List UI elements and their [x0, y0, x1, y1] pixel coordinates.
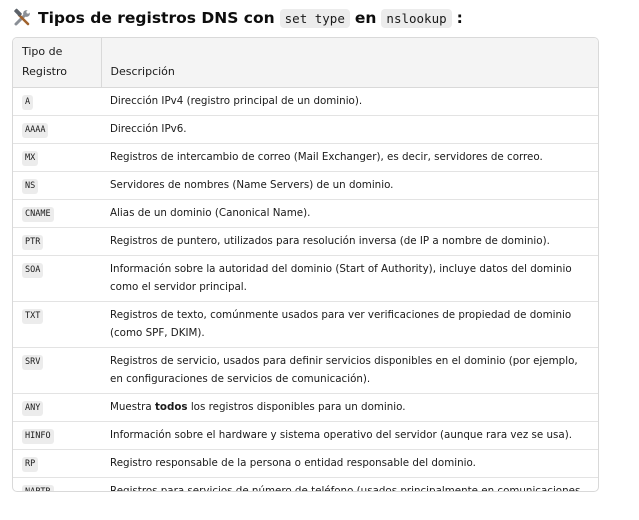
record-description: Muestra todos los registros disponibles … — [101, 393, 598, 422]
table-row: HINFO Información sobre el hardware y si… — [13, 421, 598, 450]
record-type-code: RP — [22, 457, 39, 472]
record-type-code: ANY — [22, 401, 44, 416]
table-row: TXT Registros de texto, comúnmente usado… — [13, 301, 598, 348]
record-description: Registros de intercambio de correo (Mail… — [101, 143, 598, 172]
record-type-code: NAPTR — [22, 485, 54, 491]
table-row: PTR Registros de puntero, utilizados par… — [13, 227, 598, 256]
table-row: SOA Información sobre la autoridad del d… — [13, 255, 598, 302]
type-header-line1: Tipo de — [22, 45, 63, 58]
table-row: NAPTR Registros para servicios de número… — [13, 477, 598, 491]
description-column-header: Descripción — [100, 38, 598, 88]
hammer-and-wrench-icon — [12, 8, 32, 28]
record-description: Registros para servicios de número de te… — [101, 477, 598, 491]
set-type-code: set type — [279, 8, 350, 28]
heading-colon: : — [456, 9, 463, 27]
table-row: AAAA Dirección IPv6. — [13, 115, 598, 144]
table-row: NS Servidores de nombres (Name Servers) … — [13, 171, 598, 200]
record-description: Servidores de nombres (Name Servers) de … — [101, 171, 598, 200]
record-type-code: SRV — [22, 355, 44, 370]
table-row: MX Registros de intercambio de correo (M… — [13, 143, 598, 172]
record-description: Registros de puntero, utilizados para re… — [101, 227, 598, 256]
record-type-code: HINFO — [22, 429, 54, 444]
description-text-post: los registros disponibles para un domini… — [187, 401, 406, 413]
dns-records-table: Tipo de Registro Descripción A Dirección… — [12, 37, 599, 492]
record-description: Registro responsable de la persona o ent… — [101, 449, 598, 478]
type-column-header: Tipo de Registro — [13, 38, 101, 88]
record-type-code: PTR — [22, 235, 44, 250]
record-type-code: AAAA — [22, 123, 49, 138]
record-type-code: NS — [22, 179, 39, 194]
record-description: Registros de servicio, usados para defin… — [101, 347, 598, 394]
record-type-code: CNAME — [22, 207, 54, 222]
table-header-row: Tipo de Registro Descripción — [13, 38, 598, 88]
table-row: RP Registro responsable de la persona o … — [13, 449, 598, 478]
record-type-code: MX — [22, 151, 39, 166]
description-text-pre: Muestra — [110, 401, 155, 413]
record-type-code: A — [22, 95, 34, 110]
record-type-code: TXT — [22, 309, 44, 324]
section-heading: Tipos de registros DNS con set type en n… — [12, 6, 463, 30]
record-type-code: SOA — [22, 263, 44, 278]
table-row: ANY Muestra todos los registros disponib… — [13, 393, 598, 422]
table-row: SRV Registros de servicio, usados para d… — [13, 347, 598, 394]
record-description: Alias de un dominio (Canonical Name). — [101, 199, 598, 228]
record-description: Información sobre la autoridad del domin… — [101, 255, 598, 302]
nslookup-code: nslookup — [381, 8, 452, 28]
heading-text-1: Tipos de registros DNS con — [38, 9, 275, 27]
record-description: Información sobre el hardware y sistema … — [101, 421, 598, 450]
record-description: Dirección IPv6. — [101, 115, 598, 144]
type-header-line2: Registro — [22, 65, 68, 78]
record-description: Dirección IPv4 (registro principal de un… — [110, 95, 363, 107]
description-text-bold: todos — [154, 401, 188, 413]
record-description: Registros de texto, comúnmente usados pa… — [101, 301, 598, 348]
table-row: A Dirección IPv4 (registro principal de … — [13, 88, 598, 116]
table-row: CNAME Alias de un dominio (Canonical Nam… — [13, 199, 598, 228]
heading-text-2: en — [354, 9, 377, 27]
